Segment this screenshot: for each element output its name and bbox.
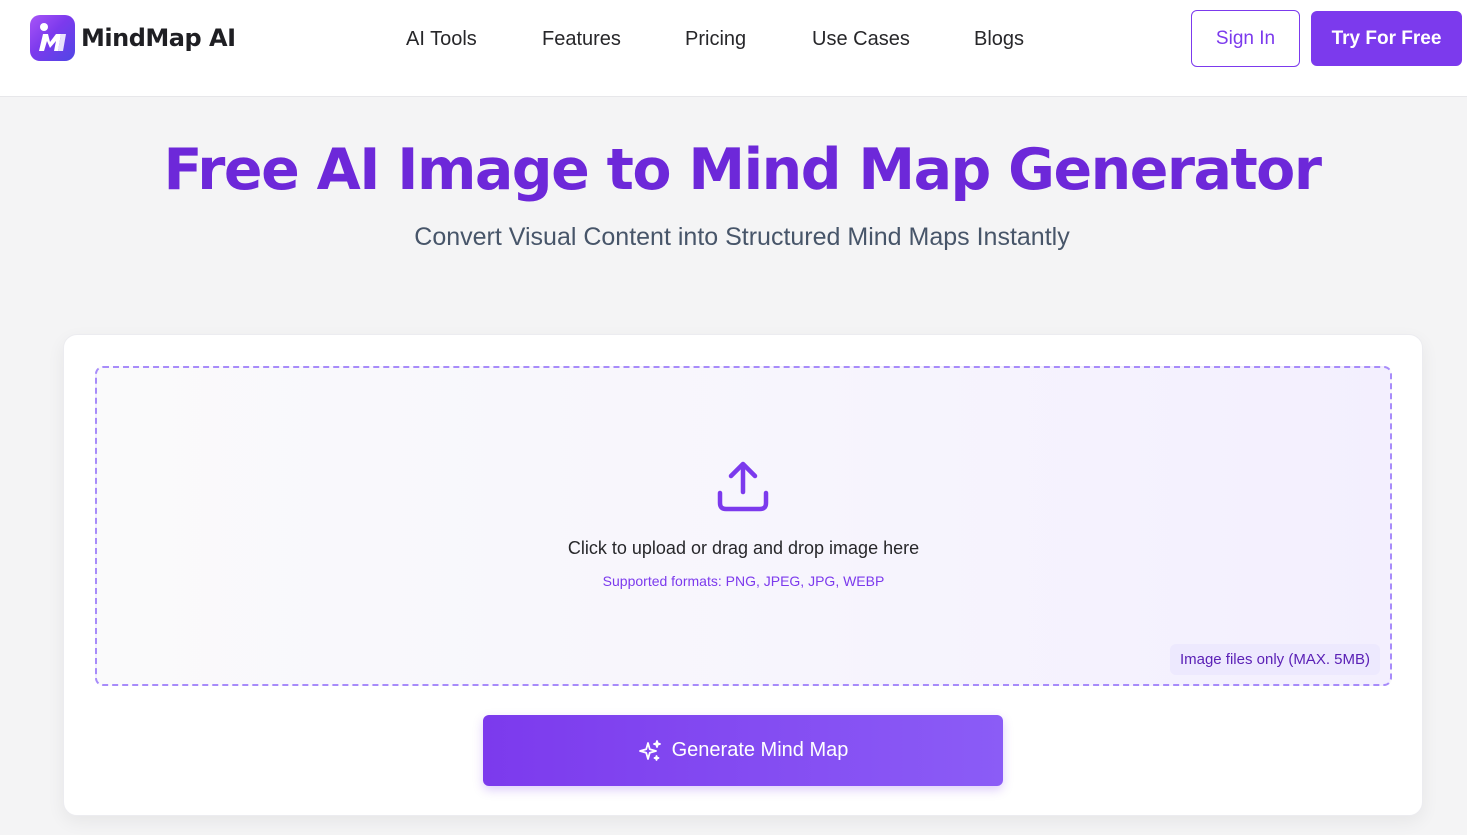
site-header: MindMap AI AI Tools Features Pricing Use… (0, 0, 1467, 97)
supported-formats: Supported formats: PNG, JPEG, JPG, WEBP (602, 573, 885, 589)
page-subtitle: Convert Visual Content into Structured M… (414, 223, 1070, 251)
upload-card: Click to upload or drag and drop image h… (63, 334, 1423, 816)
sign-in-button[interactable]: Sign In (1191, 10, 1300, 67)
nav-item-ai-tools[interactable]: AI Tools (406, 24, 477, 54)
nav-item-use-cases[interactable]: Use Cases (812, 24, 910, 54)
image-dropzone[interactable]: Click to upload or drag and drop image h… (95, 366, 1392, 686)
generate-button-label: Generate Mind Map (671, 739, 849, 761)
upload-prompt: Click to upload or drag and drop image h… (567, 538, 920, 558)
nav-item-blogs[interactable]: Blogs (974, 24, 1024, 54)
upload-icon (717, 461, 769, 512)
nav-item-pricing[interactable]: Pricing (685, 24, 746, 54)
sparkles-icon (638, 739, 662, 763)
nav-item-features[interactable]: Features (542, 24, 621, 54)
page-title: Free AI Image to Mind Map Generator (163, 137, 1322, 203)
generate-mind-map-button[interactable]: Generate Mind Map (483, 715, 1003, 786)
try-for-free-button[interactable]: Try For Free (1311, 11, 1462, 66)
file-limit-badge: Image files only (MAX. 5MB) (1169, 644, 1380, 675)
